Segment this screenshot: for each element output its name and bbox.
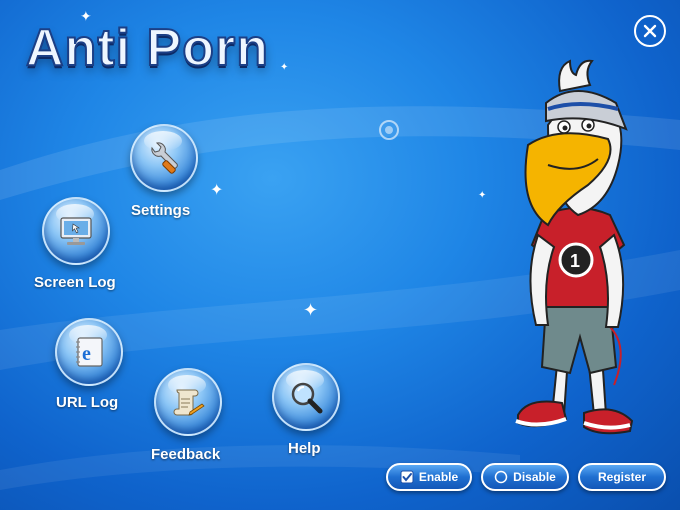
app-window: ✦ ✦ ✦ ✦ ✦ ✦ Anti Porn Settings Screen Lo… <box>0 0 680 510</box>
screen-log-button[interactable] <box>42 197 110 265</box>
enable-button[interactable]: Enable <box>386 463 472 491</box>
help-label[interactable]: Help <box>288 440 321 457</box>
help-button[interactable] <box>272 363 340 431</box>
settings-label[interactable]: Settings <box>131 202 190 219</box>
svg-text:1: 1 <box>570 251 580 271</box>
register-button[interactable]: Register <box>578 463 666 491</box>
url-log-label[interactable]: URL Log <box>56 394 118 411</box>
scroll-pen-icon <box>173 389 205 416</box>
feedback-button[interactable] <box>154 368 222 436</box>
url-log-button[interactable]: e <box>55 318 123 386</box>
disable-button[interactable]: Disable <box>481 463 569 491</box>
app-title: Anti Porn <box>25 18 269 78</box>
screen-log-label[interactable]: Screen Log <box>34 274 116 291</box>
sparkle-icon: ✦ <box>280 62 289 73</box>
enable-label: Enable <box>418 470 459 484</box>
internet-explorer-book-icon: e <box>76 337 103 367</box>
svg-text:e: e <box>82 343 91 365</box>
register-label: Register <box>597 470 647 484</box>
feedback-label[interactable]: Feedback <box>151 446 220 463</box>
close-button[interactable] <box>634 15 666 47</box>
mascot-bird-illustration: 1 <box>515 59 634 435</box>
sparkle-icon: ✦ <box>303 300 319 320</box>
radio-unchecked-icon <box>494 470 508 484</box>
checkbox-checked-icon <box>400 470 414 484</box>
sparkle-icon: ✦ <box>210 182 224 199</box>
sparkle-icon: ✦ <box>478 190 487 201</box>
close-icon <box>643 24 657 38</box>
disable-label: Disable <box>513 470 556 484</box>
settings-button[interactable] <box>130 124 198 192</box>
wrench-icon <box>151 142 178 174</box>
magnifier-icon <box>291 382 323 414</box>
monitor-icon <box>60 217 92 245</box>
